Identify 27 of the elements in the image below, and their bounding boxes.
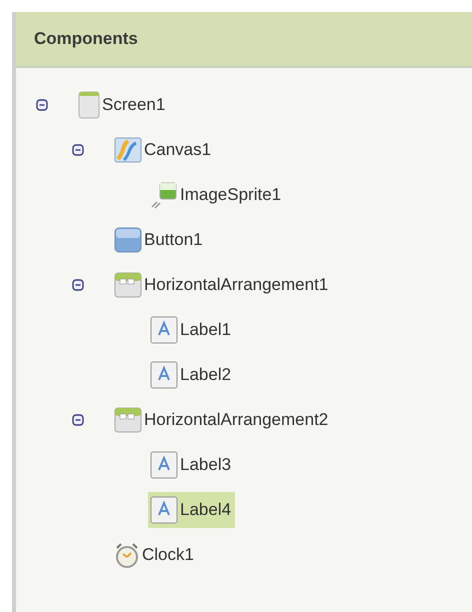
tree-item[interactable]: Button1 xyxy=(112,222,207,256)
alarm-clock-icon xyxy=(114,540,140,568)
text-label-icon xyxy=(150,450,178,478)
arrangement-icon xyxy=(114,406,142,432)
tree-item[interactable]: Canvas1 xyxy=(112,132,216,166)
tree-item[interactable]: Screen1 xyxy=(76,86,170,122)
tree-item[interactable]: HorizontalArrangement2 xyxy=(112,402,332,436)
tree-item[interactable]: Label4 xyxy=(148,492,236,528)
tree-item[interactable]: HorizontalArrangement1 xyxy=(112,268,332,302)
sprite-icon xyxy=(150,180,178,208)
tree-item[interactable]: Label1 xyxy=(148,312,236,348)
minus-icon xyxy=(72,144,84,156)
button-icon xyxy=(114,226,142,252)
screen-icon xyxy=(78,90,100,118)
text-label-icon xyxy=(150,496,178,524)
tree-item[interactable]: Label2 xyxy=(148,356,236,392)
text-label-icon xyxy=(150,360,178,388)
canvas-icon xyxy=(114,136,142,162)
tree-item[interactable]: ImageSprite1 xyxy=(148,176,286,212)
tree-item[interactable]: Label3 xyxy=(148,446,236,482)
minus-icon xyxy=(36,98,48,110)
text-label-icon xyxy=(150,316,178,344)
minus-icon xyxy=(72,278,84,290)
minus-icon xyxy=(72,414,84,426)
panel-title: Components xyxy=(16,12,472,68)
arrangement-icon xyxy=(114,272,142,298)
tree-item[interactable]: Clock1 xyxy=(112,536,198,572)
